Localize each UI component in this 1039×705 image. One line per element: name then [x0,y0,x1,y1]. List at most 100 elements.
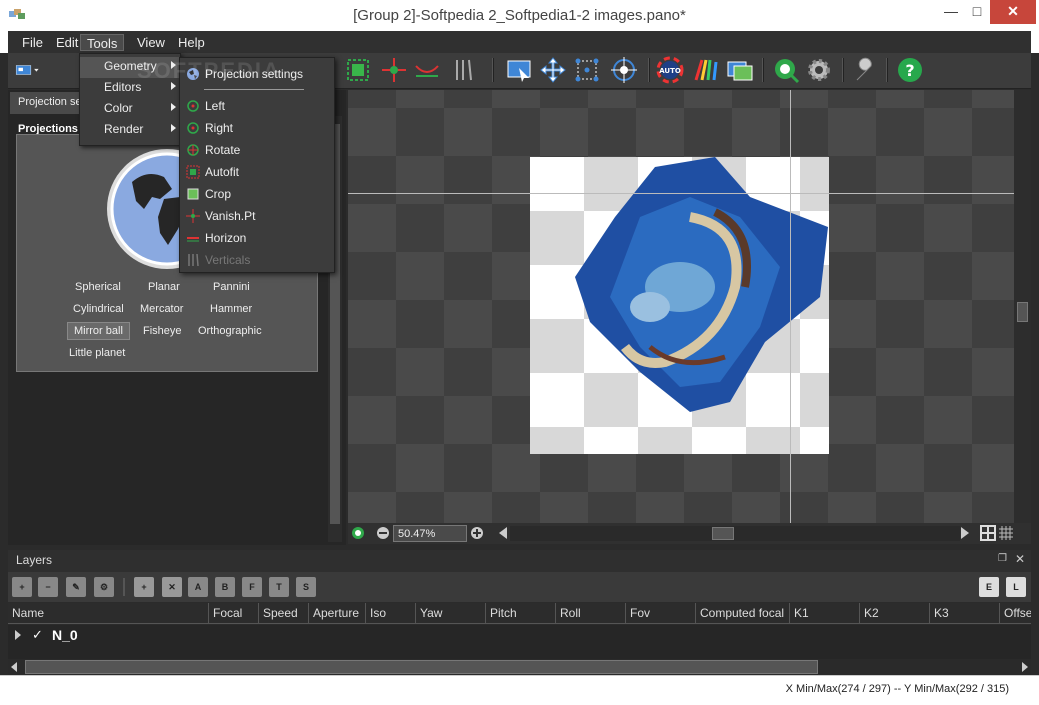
projection-little-planet[interactable]: Little planet [69,347,125,359]
layer-tool-b-button[interactable]: B [215,577,235,597]
submenu-arrow-icon [171,82,176,90]
add-group-icon[interactable]: + [134,577,154,597]
menu-item-editors[interactable]: Editors [80,78,180,99]
zoom-fit-icon[interactable] [351,526,365,540]
menu-item-right[interactable]: Right [180,118,334,140]
menu-file[interactable]: File [16,34,49,51]
menu-item-horizon[interactable]: Horizon [180,228,334,250]
layer-tool-s-button[interactable]: S [296,577,316,597]
column-offset[interactable]: Offse [1000,603,1031,624]
menu-item-vanishing-point[interactable]: Vanish.Pt [180,206,334,228]
column-computed-focal[interactable]: Computed focal [696,603,790,624]
horizontal-guide-line[interactable] [348,193,1014,194]
vertical-guide-line[interactable] [790,90,791,523]
projection-mirror-ball[interactable]: Mirror ball [67,322,130,340]
verticals-tool-icon[interactable] [449,56,477,84]
column-k3[interactable]: K3 [930,603,1000,624]
column-focal[interactable]: Focal [209,603,259,624]
close-panel-icon[interactable]: ✕ [1015,552,1025,566]
layer-tool-a-button[interactable]: A [188,577,208,597]
menu-item-rotate[interactable]: Rotate [180,140,334,162]
select-tool-icon[interactable] [505,56,533,84]
image-adjust-icon[interactable] [726,56,754,84]
layers-list-area [8,647,1031,659]
settings-gear-icon[interactable] [805,56,833,84]
close-button[interactable]: ✕ [990,0,1036,24]
auto-color-icon[interactable]: AUTO [656,56,684,84]
menu-item-projection-settings[interactable]: Projection settings [180,64,334,86]
float-panel-icon[interactable]: ❐ [998,553,1007,564]
column-k2[interactable]: K2 [860,603,930,624]
projection-planar[interactable]: Planar [148,281,180,293]
column-name[interactable]: Name [8,603,209,624]
tools-menu: Geometry Editors Color Render [79,53,181,146]
edit-layer-icon[interactable]: ✎ [66,577,86,597]
menu-help[interactable]: Help [172,34,211,51]
scroll-right-arrow-icon[interactable] [1022,662,1028,672]
menu-item-geometry[interactable]: Geometry [80,57,180,78]
projection-mercator[interactable]: Mercator [140,303,183,315]
column-k1[interactable]: K1 [790,603,860,624]
column-yaw[interactable]: Yaw [416,603,486,624]
zoom-in-icon[interactable] [470,526,484,540]
column-aperture[interactable]: Aperture [309,603,366,624]
target-tool-icon[interactable] [610,56,638,84]
toolbar-separator [886,58,888,82]
add-layer-icon[interactable]: + [12,577,32,597]
wrench-icon[interactable] [851,56,879,84]
layer-tool-f-button[interactable]: F [242,577,262,597]
menu-item-crop[interactable]: Crop [180,184,334,206]
zoom-out-icon[interactable] [376,526,390,540]
menu-item-left[interactable]: Left [180,96,334,118]
move-tool-icon[interactable] [539,56,567,84]
column-speed[interactable]: Speed [259,603,309,624]
column-roll[interactable]: Roll [556,603,626,624]
expand-arrow-icon[interactable] [15,630,21,640]
grid-view-icon[interactable] [980,525,996,541]
layers-horizontal-scrollbar[interactable] [8,659,1031,675]
column-pitch[interactable]: Pitch [486,603,556,624]
scroll-left-arrow-icon[interactable] [11,662,17,672]
layer-name: N_0 [52,627,78,643]
menu-item-color[interactable]: Color [80,99,180,120]
horizon-tool-icon[interactable] [413,56,441,84]
color-balance-icon[interactable] [692,56,720,84]
layer-view-e-button[interactable]: E [979,577,999,597]
control-points-icon[interactable] [573,56,601,84]
projection-pannini[interactable]: Pannini [213,281,250,293]
layer-visible-checkbox[interactable]: ✓ [32,627,43,643]
layers-table-header: Name Focal Speed Aperture Iso Yaw Pitch … [8,603,1031,624]
canvas-horizontal-scrollbar[interactable] [510,526,960,541]
projection-spherical[interactable]: Spherical [75,281,121,293]
canvas-vertical-scrollbar[interactable] [1014,90,1031,523]
crop-tool-icon[interactable] [344,56,372,84]
panorama-canvas[interactable] [348,90,1014,523]
projection-cylindrical[interactable]: Cylindrical [73,303,124,315]
menu-tools[interactable]: Tools [80,34,125,51]
menu-item-render[interactable]: Render [80,120,180,141]
minimize-button[interactable]: — [937,0,965,24]
canvas-status-bar: 50.47% [348,523,1031,544]
layer-view-l-button[interactable]: L [1006,577,1026,597]
export-dropdown-button[interactable] [14,56,64,84]
column-iso[interactable]: Iso [366,603,416,624]
layer-settings-icon[interactable]: ⚙ [94,577,114,597]
projection-orthographic[interactable]: Orthographic [198,325,262,337]
scroll-left-arrow-icon[interactable] [498,527,508,539]
grid-lines-icon[interactable] [998,525,1014,541]
layer-tool-t-button[interactable]: T [269,577,289,597]
zoom-level-field[interactable]: 50.47% [393,525,467,542]
vanishing-point-tool-icon[interactable] [380,56,408,84]
menu-item-autofit[interactable]: Autofit [180,162,334,184]
layer-row[interactable]: ✓ N_0 [8,625,1031,647]
projection-hammer[interactable]: Hammer [210,303,252,315]
maximize-button[interactable]: □ [963,0,991,24]
render-preview-icon[interactable] [772,56,800,84]
column-fov[interactable]: Fov [626,603,696,624]
scroll-right-arrow-icon[interactable] [960,527,970,539]
remove-layer-icon[interactable]: − [38,577,58,597]
menu-view[interactable]: View [131,34,171,51]
remove-group-icon[interactable]: ✕ [162,577,182,597]
projection-fisheye[interactable]: Fisheye [143,325,182,337]
help-icon[interactable]: ? [896,56,924,84]
